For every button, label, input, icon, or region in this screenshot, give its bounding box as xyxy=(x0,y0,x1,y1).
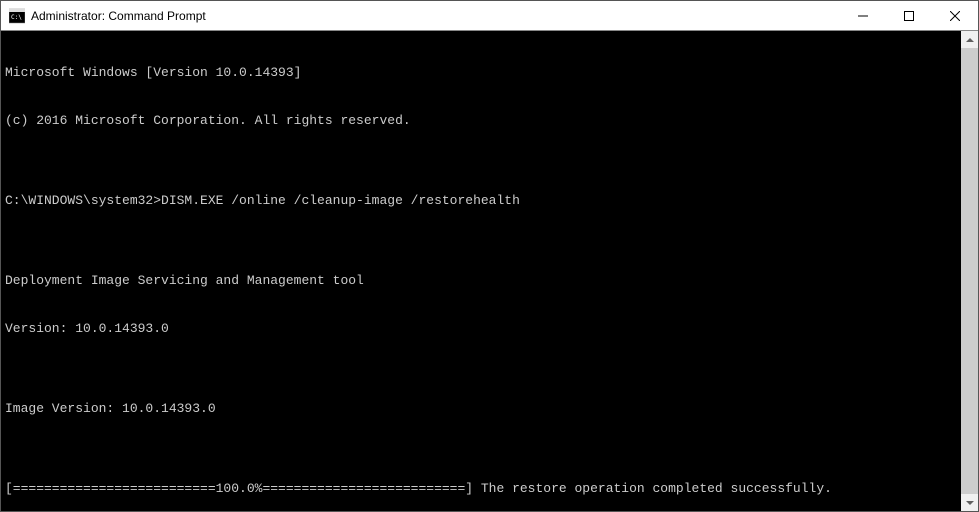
terminal-line: Deployment Image Servicing and Managemen… xyxy=(5,273,974,289)
scroll-thumb[interactable] xyxy=(961,48,978,494)
maximize-button[interactable] xyxy=(886,1,932,30)
terminal-line: [==========================100.0%=======… xyxy=(5,481,974,497)
terminal-line: C:\WINDOWS\system32>DISM.EXE /online /cl… xyxy=(5,193,974,209)
terminal-line: Version: 10.0.14393.0 xyxy=(5,321,974,337)
minimize-button[interactable] xyxy=(840,1,886,30)
svg-text:C:\: C:\ xyxy=(11,14,22,21)
window-controls xyxy=(840,1,978,30)
scroll-down-button[interactable] xyxy=(961,494,978,511)
terminal-line: (c) 2016 Microsoft Corporation. All righ… xyxy=(5,113,974,129)
vertical-scrollbar[interactable] xyxy=(961,31,978,511)
terminal-line: Microsoft Windows [Version 10.0.14393] xyxy=(5,65,974,81)
scroll-track[interactable] xyxy=(961,48,978,494)
window-title: Administrator: Command Prompt xyxy=(31,9,840,23)
scroll-up-button[interactable] xyxy=(961,31,978,48)
terminal-output[interactable]: Microsoft Windows [Version 10.0.14393] (… xyxy=(1,31,978,511)
titlebar[interactable]: C:\ Administrator: Command Prompt xyxy=(1,1,978,31)
terminal-line: Image Version: 10.0.14393.0 xyxy=(5,401,974,417)
close-button[interactable] xyxy=(932,1,978,30)
cmd-icon: C:\ xyxy=(9,8,25,24)
